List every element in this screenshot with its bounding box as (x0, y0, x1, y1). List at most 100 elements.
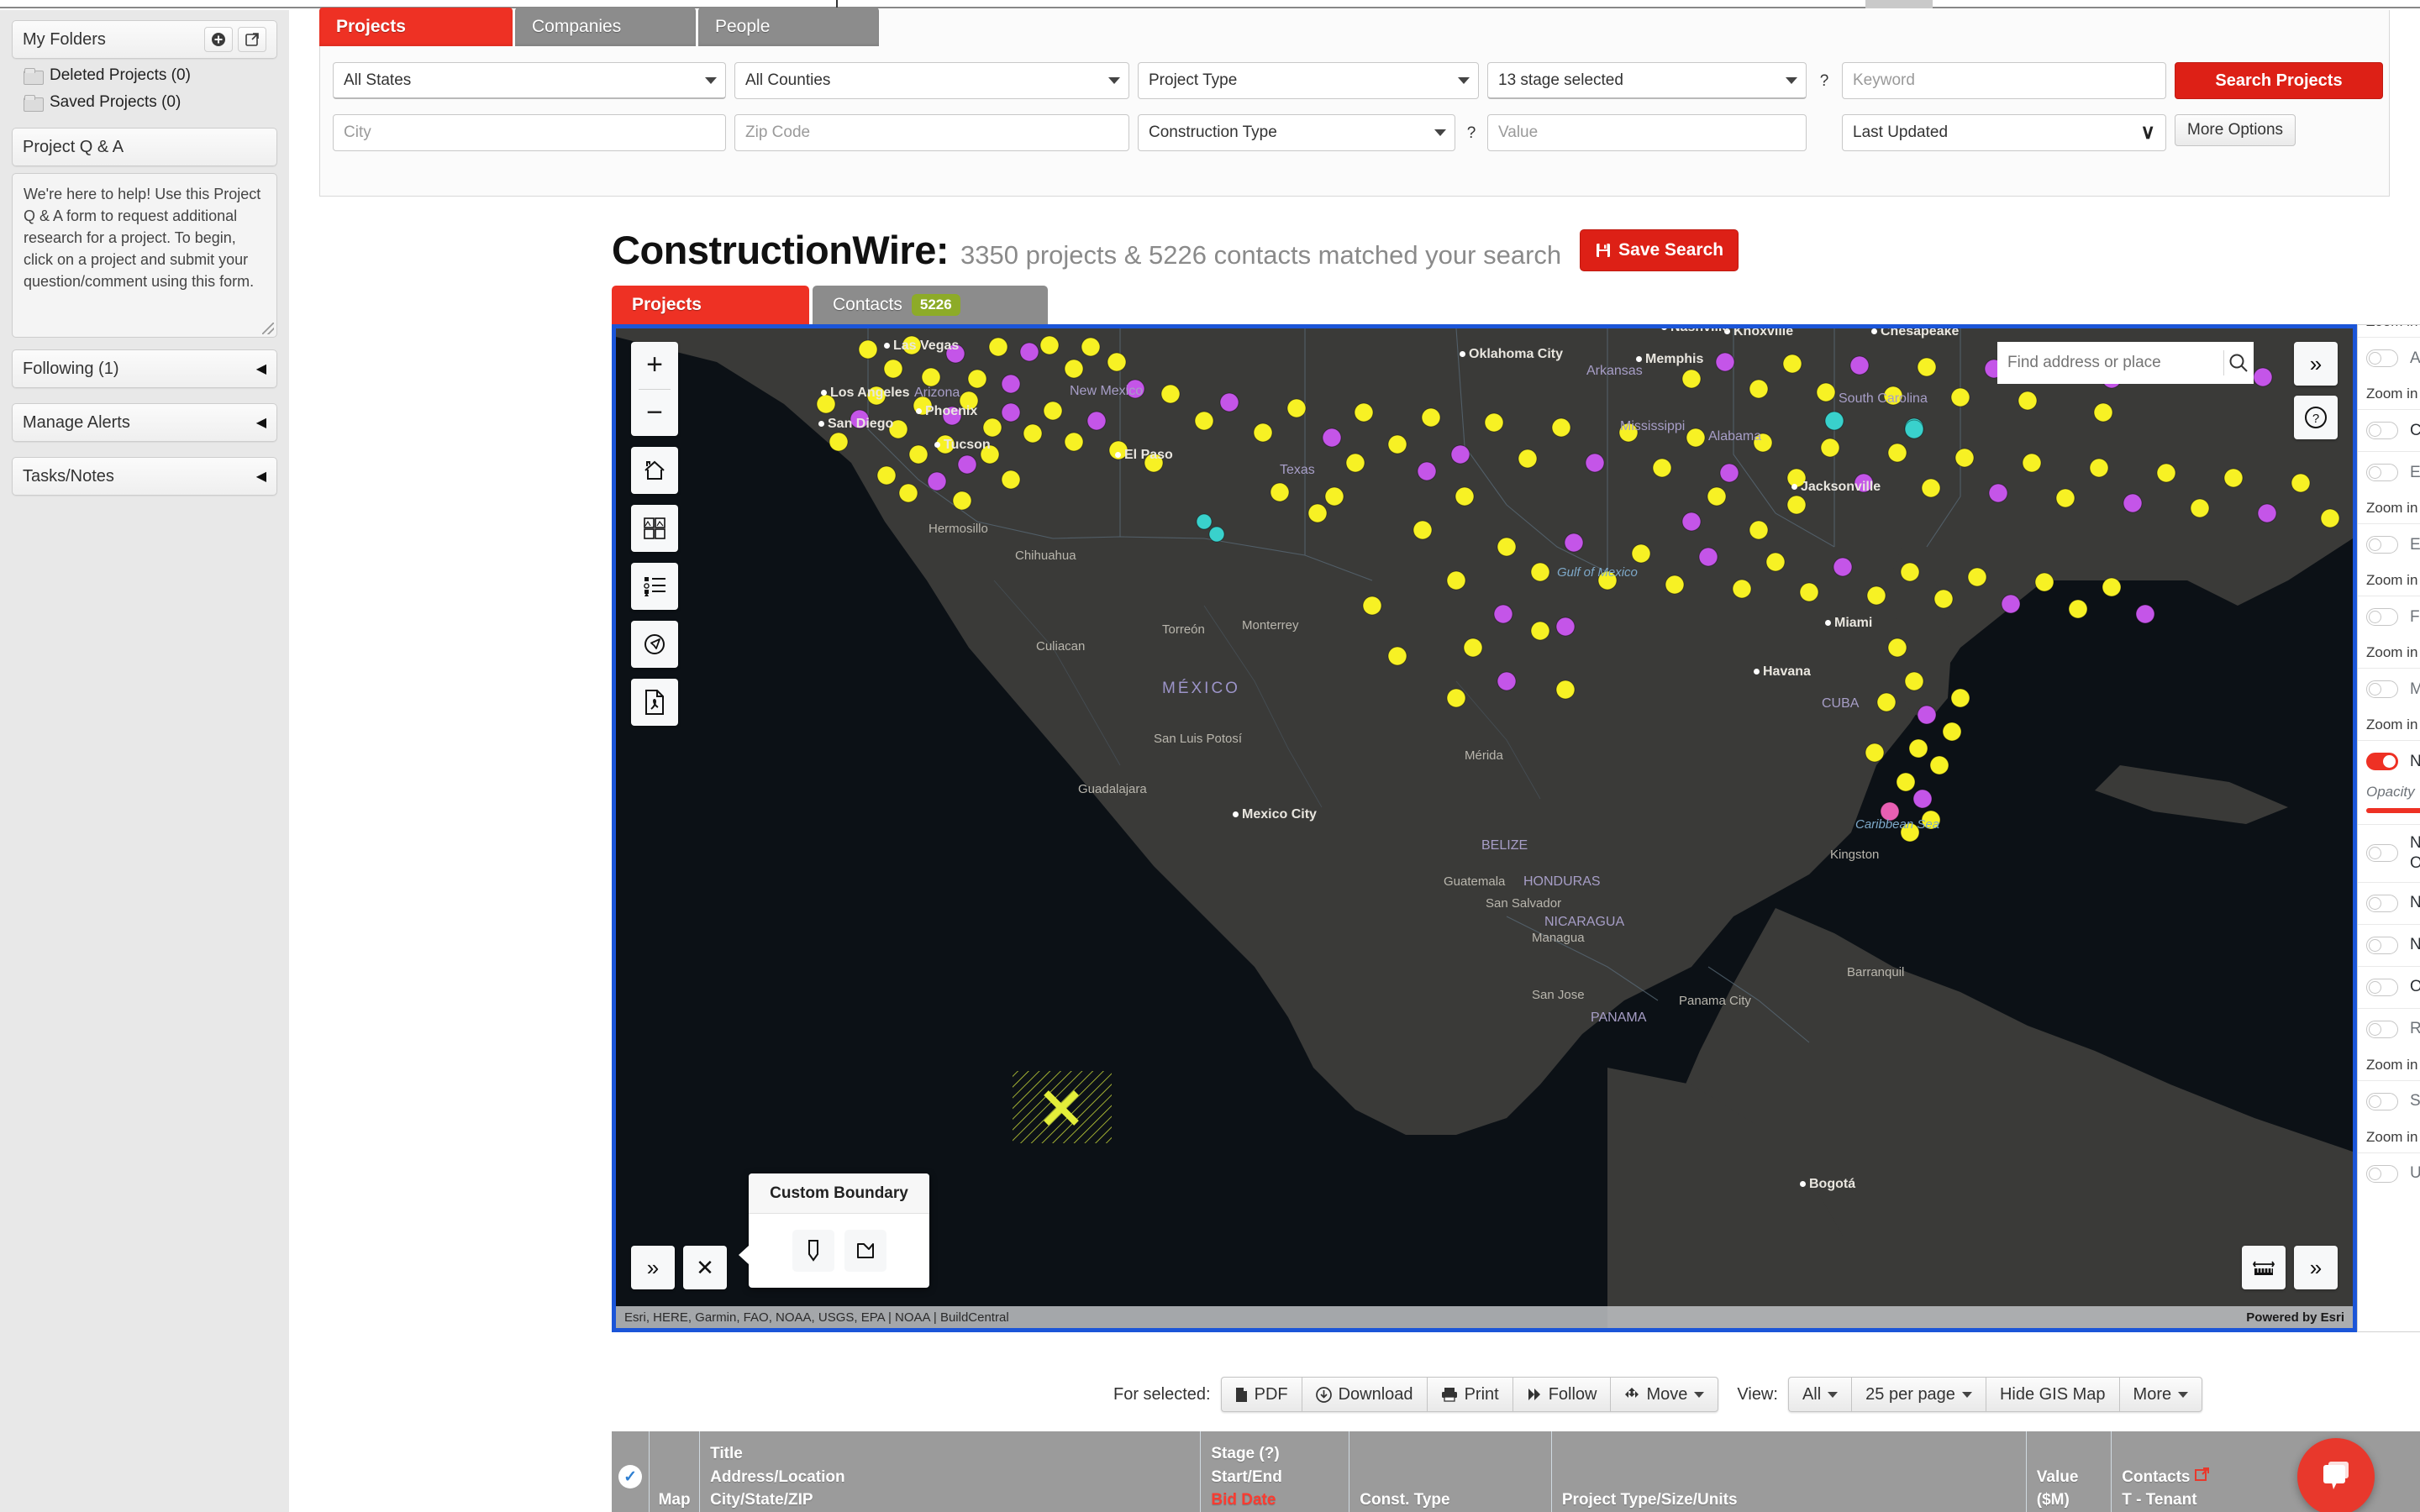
gis-layer-row[interactable]: NOAA Warningsi (2358, 923, 2420, 966)
view-all-button[interactable]: All (1787, 1377, 1852, 1412)
tab-projects[interactable]: Projects (319, 8, 513, 46)
home-icon[interactable] (631, 447, 678, 494)
chat-bubble-icon[interactable] (2297, 1438, 2375, 1512)
layer-toggle-switch[interactable] (2366, 1164, 2398, 1183)
legend-icon[interactable] (631, 563, 678, 610)
layer-toggle-switch[interactable] (2366, 349, 2398, 367)
layer-toggle-switch[interactable] (2366, 844, 2398, 863)
result-tab-projects[interactable]: Projects (612, 286, 809, 324)
tab-companies[interactable]: Companies (515, 8, 696, 46)
zoom-out-icon[interactable]: − (631, 389, 678, 436)
edit-square-icon[interactable] (2195, 1466, 2210, 1489)
zip-code-input[interactable]: Zip Code (734, 114, 1129, 151)
my-folders-header[interactable]: My Folders (12, 20, 277, 59)
layer-toggle-switch[interactable] (2366, 753, 2398, 770)
expand-panel-icon[interactable]: » (2294, 1246, 2338, 1289)
gis-layer-row[interactable]: Opportunity Zonesi (2358, 965, 2420, 1008)
pdf-button[interactable]: PDF (1220, 1377, 1302, 1412)
question-circle-icon[interactable]: ? (2294, 396, 2338, 439)
zoom-control[interactable]: + − (631, 342, 678, 436)
project-qa-header[interactable]: Project Q & A (12, 128, 277, 166)
gis-layer-row[interactable]: FEMA Flood Zonesi (2358, 596, 2420, 638)
gis-layer-row[interactable]: USGS Geologyi (2358, 1152, 2420, 1194)
select-all-checkbox[interactable]: ✓ (612, 1431, 650, 1512)
opacity-slider[interactable] (2366, 807, 2420, 814)
more-button[interactable]: More (2118, 1377, 2203, 1412)
value-input[interactable]: Value (1487, 114, 1807, 151)
polygon-shape-icon[interactable] (844, 1230, 886, 1272)
map-search-input[interactable] (1997, 354, 2223, 372)
layer-toggle-switch[interactable] (2366, 1092, 2398, 1110)
gis-layer-row[interactable]: NOAA Atlantic Hurricanesi (2358, 740, 2420, 782)
download-button[interactable]: Download (1301, 1377, 1427, 1412)
result-tab-contacts[interactable]: Contacts 5226 (813, 286, 1048, 324)
layer-toggle-switch[interactable] (2366, 1020, 2398, 1038)
gis-layer-row[interactable]: NOAA Snow Depthi (2358, 881, 2420, 924)
stage-select[interactable]: 13 stage selected (1487, 62, 1807, 99)
tab-people[interactable]: People (698, 8, 879, 46)
save-search-button[interactable]: Save Search (1580, 229, 1739, 271)
layer-toggle-switch[interactable] (2366, 422, 2398, 439)
project-type-select[interactable]: Project Type (1138, 62, 1479, 99)
move-button[interactable]: Move (1610, 1377, 1719, 1412)
construction-type-select[interactable]: Construction Type (1138, 114, 1455, 151)
table-column-header[interactable]: Value ($M) (2027, 1431, 2112, 1512)
table-column-header[interactable]: Const. Type (1349, 1431, 1552, 1512)
table-column-header[interactable]: Title Address/Location City/State/ZIP (700, 1431, 1202, 1512)
sidebar-panel-manage-alerts[interactable]: Manage Alerts ◀ (12, 403, 277, 442)
pin-shape-icon[interactable] (792, 1230, 834, 1272)
gis-layer-row[interactable]: Solid Waste Landfillsi (2358, 1079, 2420, 1122)
zoom-in-icon[interactable]: + (631, 342, 678, 389)
gis-layer-row[interactable]: EPA Superfund NPL Sitesi (2358, 523, 2420, 565)
print-button[interactable]: Print (1426, 1377, 1512, 1412)
expand-tools-icon[interactable]: » (631, 1246, 675, 1289)
layer-toggle-switch[interactable] (2366, 464, 2398, 481)
plus-circle-icon[interactable] (204, 27, 233, 52)
city-input[interactable]: City (333, 114, 726, 151)
table-column-header[interactable]: Map (650, 1431, 701, 1512)
gis-map[interactable]: Las Vegas Los Angeles San Diego Arizona Phoe… (612, 324, 2357, 1332)
search-projects-button[interactable]: Search Projects (2175, 62, 2383, 99)
follow-button[interactable]: Follow (1512, 1377, 1611, 1412)
gis-layer-row[interactable]: Railroadsi (2358, 1007, 2420, 1050)
magnifier-icon[interactable] (2224, 352, 2254, 374)
folder-saved-projects[interactable]: Saved Projects (0) (12, 89, 277, 116)
edit-square-icon[interactable] (238, 27, 266, 52)
pdf-icon[interactable] (631, 679, 678, 726)
construction-type-help-icon[interactable]: ? (1464, 114, 1479, 143)
layer-toggle-switch[interactable] (2366, 894, 2398, 912)
counties-select[interactable]: All Counties (734, 62, 1129, 99)
sidebar-panel-following[interactable]: Following (1) ◀ (12, 349, 277, 388)
layer-toggle-switch[interactable] (2366, 978, 2398, 996)
resize-grip-icon[interactable] (262, 323, 274, 334)
layer-toggle-switch[interactable] (2366, 608, 2398, 626)
gis-layer-panel[interactable]: Zoom in Further to View LayerAmerican In… (2357, 324, 2420, 1332)
table-column-header[interactable]: Project Type/Size/Units (1552, 1431, 2027, 1512)
layer-opacity-control[interactable]: Opacity (2358, 782, 2420, 824)
layer-toggle-switch[interactable] (2366, 936, 2398, 954)
more-options-button[interactable]: More Options (2175, 114, 2296, 146)
hide-gis-map-button[interactable]: Hide GIS Map (1985, 1377, 2119, 1412)
gis-layer-row[interactable]: EPA Brownfield Sitesi (2358, 451, 2420, 493)
gis-layer-row[interactable]: Census Regionsi (2358, 409, 2420, 451)
gis-layer-row[interactable]: Municipal Boundariesi (2358, 668, 2420, 710)
sidebar-panel-tasks-notes[interactable]: Tasks/Notes ◀ (12, 457, 277, 496)
close-tools-icon[interactable]: ✕ (683, 1246, 727, 1289)
keyword-input[interactable]: Keyword (1842, 62, 2166, 99)
last-updated-select[interactable]: Last Updated ∨ (1842, 114, 2166, 151)
compass-icon[interactable] (631, 621, 678, 668)
table-column-header[interactable]: Stage (?) Start/End Bid Date (1201, 1431, 1350, 1512)
layer-toggle-switch[interactable] (2366, 680, 2398, 698)
folder-deleted-projects[interactable]: Deleted Projects (0) (12, 62, 277, 89)
map-search-box[interactable] (1997, 342, 2254, 384)
ruler-icon[interactable] (2242, 1246, 2286, 1289)
states-select[interactable]: All States (333, 62, 726, 99)
gis-layer-row[interactable]: NOAA Monthly Prccipitation Outlooki (2358, 824, 2420, 882)
gis-layer-row[interactable]: American Indian Reservationsi (2358, 337, 2420, 379)
map-expand-icon[interactable]: » (2294, 342, 2338, 386)
stage-help-icon[interactable]: ? (1815, 62, 1833, 91)
layer-toggle-switch[interactable] (2366, 536, 2398, 554)
basemap-icon[interactable] (631, 505, 678, 552)
per-page-button[interactable]: 25 per page (1851, 1377, 1986, 1412)
project-qa-textbox[interactable]: We're here to help! Use this Project Q &… (12, 173, 277, 338)
